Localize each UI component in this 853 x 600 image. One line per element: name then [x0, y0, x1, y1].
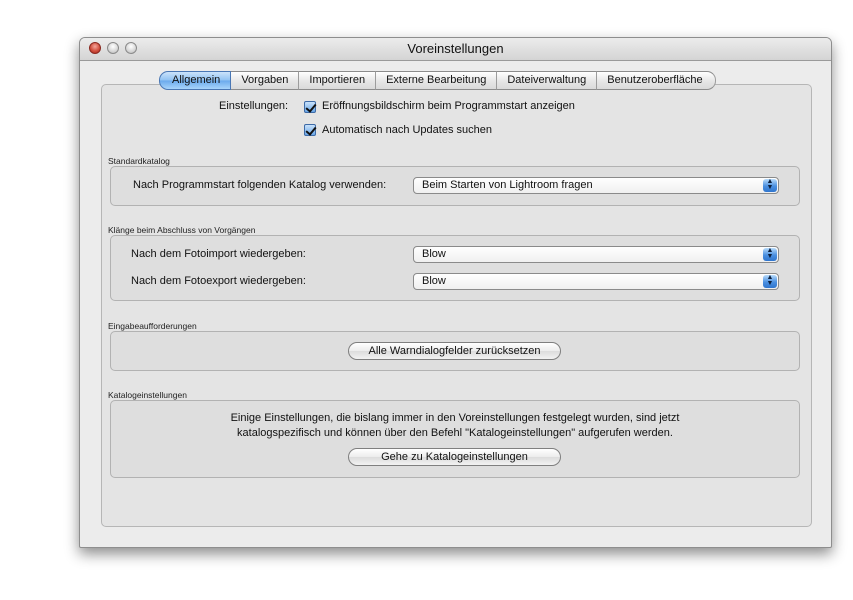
import-sound-select[interactable]: Blow ▲ ▼	[413, 246, 779, 263]
catalog-info-line-1: Einige Einstellungen, die bislang immer …	[230, 412, 680, 424]
prompts-section-title: Eingabeaufforderungen	[108, 321, 197, 331]
sounds-group	[110, 235, 800, 301]
export-sound-value: Blow	[422, 275, 446, 287]
tab-externe-bearbeitung[interactable]: Externe Bearbeitung	[376, 71, 498, 90]
preferences-window: Voreinstellungen Allgemein Vorgaben Impo…	[79, 37, 832, 548]
catalog-info-line-2: katalogspezifisch und können über den Be…	[237, 427, 673, 439]
default-catalog-value: Beim Starten von Lightroom fragen	[422, 179, 593, 191]
goto-catalog-settings-button[interactable]: Gehe zu Katalogeinstellungen	[348, 448, 561, 466]
updown-arrows-icon: ▲ ▼	[763, 247, 777, 261]
auto-update-label[interactable]: Automatisch nach Updates suchen	[322, 124, 492, 136]
updown-arrows-icon: ▲ ▼	[763, 274, 777, 288]
import-sound-value: Blow	[422, 248, 446, 260]
default-catalog-select[interactable]: Beim Starten von Lightroom fragen ▲ ▼	[413, 177, 779, 194]
startup-screen-label[interactable]: Eröffnungsbildschirm beim Programmstart …	[322, 100, 575, 112]
tab-importieren[interactable]: Importieren	[299, 71, 377, 90]
tab-bar: Allgemein Vorgaben Importieren Externe B…	[159, 71, 716, 90]
import-sound-label: Nach dem Fotoimport wiedergeben:	[131, 248, 306, 260]
tab-vorgaben[interactable]: Vorgaben	[231, 71, 300, 90]
tab-benutzeroberflaeche[interactable]: Benutzeroberfläche	[597, 71, 716, 90]
standardkatalog-section-title: Standardkatalog	[108, 156, 170, 166]
updown-arrows-icon: ▲ ▼	[763, 178, 777, 192]
catalog-settings-section-title: Katalogeinstellungen	[108, 390, 187, 400]
window-title: Voreinstellungen	[407, 41, 504, 56]
export-sound-select[interactable]: Blow ▲ ▼	[413, 273, 779, 290]
default-catalog-label: Nach Programmstart folgenden Katalog ver…	[133, 179, 387, 191]
auto-update-checkbox[interactable]	[304, 124, 316, 136]
settings-label: Einstellungen:	[219, 100, 289, 112]
tab-dateiverwaltung[interactable]: Dateiverwaltung	[497, 71, 598, 90]
export-sound-label: Nach dem Fotoexport wiedergeben:	[131, 275, 306, 287]
startup-screen-checkbox[interactable]	[304, 101, 316, 113]
title-bar[interactable]: Voreinstellungen	[80, 38, 831, 61]
sounds-section-title: Klänge beim Abschluss von Vorgängen	[108, 225, 256, 235]
tab-allgemein[interactable]: Allgemein	[159, 71, 232, 90]
reset-warning-dialogs-button[interactable]: Alle Warndialogfelder zurücksetzen	[348, 342, 561, 360]
